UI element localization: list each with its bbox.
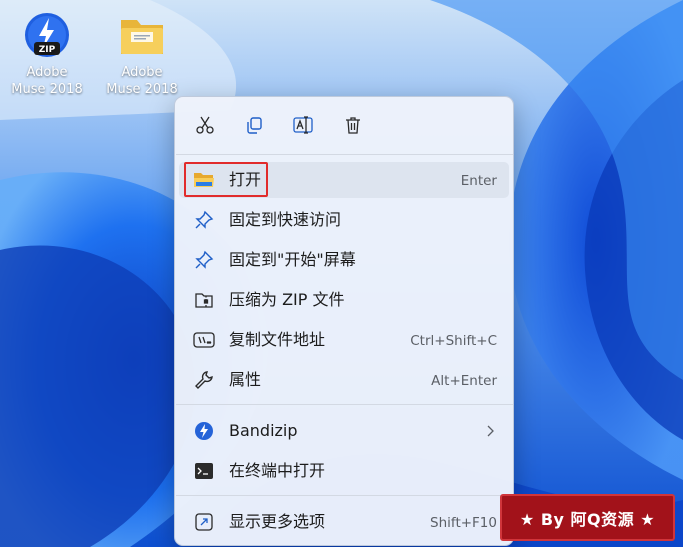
pin-icon xyxy=(193,210,215,230)
copy-button[interactable] xyxy=(238,111,270,143)
menu-item-show-more-options[interactable]: 显示更多选项 Shift+F10 xyxy=(179,504,509,540)
menu-item-label: 压缩为 ZIP 文件 xyxy=(229,290,345,309)
menu-item-open-terminal[interactable]: 在终端中打开 xyxy=(179,453,509,489)
desktop-icon-adobe-muse-folder[interactable]: Adobe Muse 2018 xyxy=(102,0,182,98)
menu-item-label: 在终端中打开 xyxy=(229,461,326,480)
menu-item-label: 显示更多选项 xyxy=(229,512,326,531)
desktop-icon-label-line2: Muse 2018 xyxy=(11,82,83,97)
menu-separator xyxy=(176,154,513,155)
watermark-badge: ★ By 阿Q资源 ★ xyxy=(500,494,675,541)
folder-icon xyxy=(117,10,167,60)
menu-item-bandizip[interactable]: Bandizip xyxy=(179,413,509,449)
menu-separator xyxy=(176,495,513,496)
desktop-icon-label-line2: Muse 2018 xyxy=(106,82,178,97)
highlight-annotation-box xyxy=(184,162,268,197)
menu-separator xyxy=(176,404,513,405)
svg-text:ZIP: ZIP xyxy=(39,45,56,55)
menu-item-shortcut: Shift+F10 xyxy=(430,515,497,531)
desktop-icon-label-line1: Adobe xyxy=(26,65,68,80)
rename-button[interactable] xyxy=(287,111,319,143)
watermark-text: ★ By 阿Q资源 ★ xyxy=(519,509,656,529)
menu-item-properties[interactable]: 属性 Alt+Enter xyxy=(179,362,509,398)
menu-item-label: 固定到"开始"屏幕 xyxy=(229,250,356,269)
menu-item-pin-start[interactable]: 固定到"开始"屏幕 xyxy=(179,242,509,278)
wrench-icon xyxy=(193,370,215,390)
menu-item-compress-zip[interactable]: 压缩为 ZIP 文件 xyxy=(179,282,509,318)
cut-button[interactable] xyxy=(189,111,221,143)
bandizip-icon xyxy=(193,421,215,441)
menu-item-label: 属性 xyxy=(229,370,262,389)
terminal-icon xyxy=(193,461,215,481)
menu-item-shortcut: Alt+Enter xyxy=(431,373,497,389)
menu-item-pin-quick-access[interactable]: 固定到快速访问 xyxy=(179,202,509,238)
chevron-right-icon xyxy=(485,423,495,439)
zip-folder-icon xyxy=(193,290,215,310)
copy-icon xyxy=(244,115,264,139)
menu-item-label: Bandizip xyxy=(229,421,298,440)
pin-icon xyxy=(193,250,215,270)
zip-archive-icon: ZIP xyxy=(22,10,72,60)
trash-icon xyxy=(343,115,363,139)
menu-item-label: 复制文件地址 xyxy=(229,330,326,349)
rename-icon xyxy=(292,115,314,139)
desktop-icon-label-line1: Adobe xyxy=(121,65,163,80)
menu-item-shortcut: Enter xyxy=(460,173,497,189)
context-menu-toolbar xyxy=(175,97,513,155)
desktop-icon-adobe-muse-zip[interactable]: ZIP Adobe Muse 2018 xyxy=(7,0,87,98)
menu-item-shortcut: Ctrl+Shift+C xyxy=(410,333,497,349)
scissors-icon xyxy=(195,115,215,139)
copy-path-icon xyxy=(193,330,215,350)
more-options-icon xyxy=(193,512,215,532)
menu-item-label: 固定到快速访问 xyxy=(229,210,342,229)
menu-item-copy-path[interactable]: 复制文件地址 Ctrl+Shift+C xyxy=(179,322,509,358)
delete-button[interactable] xyxy=(337,111,369,143)
